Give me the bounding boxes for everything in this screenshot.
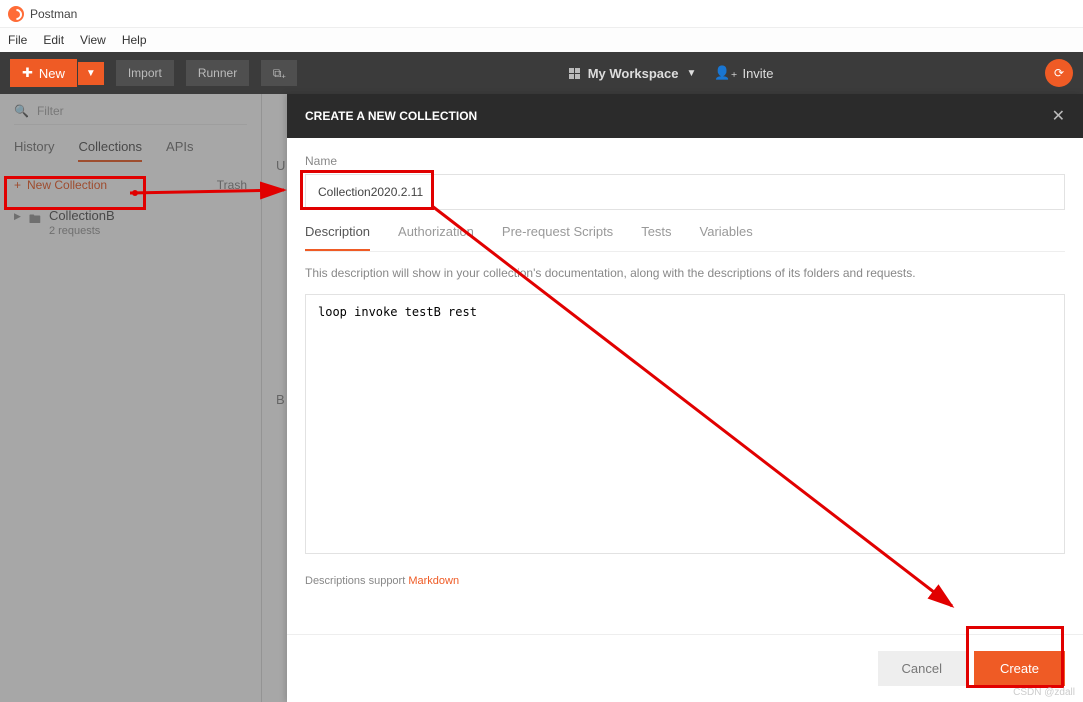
chevron-down-icon: ▼ [686, 68, 696, 79]
toolbar: ✚ New ▼ Import Runner ⧉₊ My Workspace ▼ … [0, 52, 1083, 94]
modal-footer: Cancel Create [287, 634, 1083, 702]
name-label: Name [305, 154, 1065, 168]
grid-icon [569, 68, 580, 79]
user-plus-icon: 👤₊ [714, 65, 737, 81]
window-icon: ⧉₊ [273, 66, 286, 81]
invite-button[interactable]: 👤₊ Invite [714, 65, 773, 81]
new-window-button[interactable]: ⧉₊ [261, 60, 297, 86]
menu-help[interactable]: Help [122, 33, 147, 47]
invite-label: Invite [742, 66, 773, 81]
modal-header: CREATE A NEW COLLECTION ✕ [287, 94, 1083, 138]
tab-variables[interactable]: Variables [700, 224, 753, 251]
create-collection-modal: CREATE A NEW COLLECTION ✕ Name Descripti… [287, 94, 1083, 702]
create-button[interactable]: Create [974, 651, 1065, 686]
markdown-link[interactable]: Markdown [408, 575, 459, 587]
menu-view[interactable]: View [80, 33, 106, 47]
title-bar: Postman [0, 0, 1083, 28]
close-button[interactable]: ✕ [1052, 106, 1065, 126]
markdown-note: Descriptions support Markdown [305, 575, 1065, 587]
tab-authorization[interactable]: Authorization [398, 224, 474, 251]
app-icon [8, 6, 24, 22]
sync-button[interactable]: ⟳ [1045, 59, 1073, 87]
new-button[interactable]: ✚ New [10, 59, 77, 87]
menu-edit[interactable]: Edit [43, 33, 64, 47]
new-label: New [39, 66, 65, 81]
import-button[interactable]: Import [116, 60, 174, 86]
modal-title: CREATE A NEW COLLECTION [305, 109, 477, 123]
new-dropdown[interactable]: ▼ [78, 62, 104, 85]
workspace-label: My Workspace [588, 66, 679, 81]
app-title: Postman [30, 7, 77, 21]
sync-icon: ⟳ [1054, 66, 1064, 80]
menu-bar: File Edit View Help [0, 28, 1083, 52]
runner-button[interactable]: Runner [186, 60, 249, 86]
cancel-button[interactable]: Cancel [878, 651, 966, 686]
collection-name-input[interactable] [305, 174, 1065, 210]
tab-prerequest[interactable]: Pre-request Scripts [502, 224, 613, 251]
close-icon: ✕ [1052, 108, 1065, 125]
watermark: CSDN @zdall [1013, 687, 1075, 698]
plus-icon: ✚ [22, 65, 33, 81]
menu-file[interactable]: File [8, 33, 27, 47]
new-button-group: ✚ New ▼ [10, 59, 104, 87]
workspace-selector[interactable]: My Workspace ▼ [569, 66, 697, 81]
tab-description[interactable]: Description [305, 224, 370, 251]
modal-body: Name Description Authorization Pre-reque… [287, 138, 1083, 634]
tab-tests[interactable]: Tests [641, 224, 671, 251]
description-helper: This description will show in your colle… [305, 266, 1065, 280]
description-textarea[interactable] [305, 294, 1065, 554]
modal-tabs: Description Authorization Pre-request Sc… [305, 224, 1065, 252]
